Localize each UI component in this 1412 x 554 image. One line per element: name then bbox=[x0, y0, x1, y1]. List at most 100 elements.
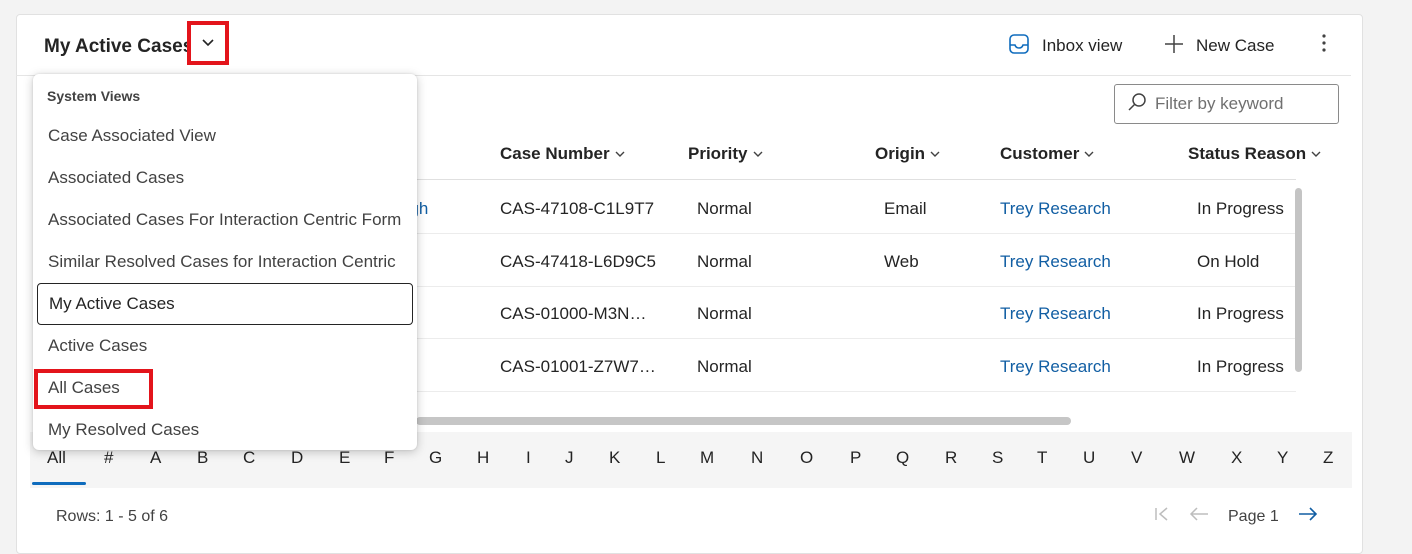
alpha-filter-p[interactable]: P bbox=[850, 448, 861, 468]
status-reason-cell: In Progress bbox=[1197, 199, 1284, 218]
customer-link[interactable]: Trey Research bbox=[1000, 304, 1111, 324]
column-header-origin[interactable]: Origin bbox=[875, 144, 941, 164]
view-option-all-cases[interactable]: All Cases bbox=[37, 367, 413, 409]
alpha-filter-a[interactable]: A bbox=[150, 448, 161, 468]
column-header-priority[interactable]: Priority bbox=[688, 144, 764, 164]
customer-link[interactable]: Trey Research bbox=[1000, 199, 1111, 219]
alpha-filter-r[interactable]: R bbox=[945, 448, 957, 468]
alpha-filter-w[interactable]: W bbox=[1179, 448, 1195, 468]
arrow-right-icon bbox=[1299, 507, 1318, 521]
column-header-status-reason[interactable]: Status Reason bbox=[1188, 144, 1322, 164]
chevron-down-icon bbox=[930, 151, 940, 157]
more-vertical-icon bbox=[1321, 33, 1327, 59]
inbox-view-label: Inbox view bbox=[1042, 36, 1123, 55]
column-header-customer[interactable]: Customer bbox=[1000, 144, 1095, 164]
view-option-similar-resolved-cases[interactable]: Similar Resolved Cases for Interaction C… bbox=[37, 241, 413, 283]
origin-cell: Email bbox=[884, 199, 927, 218]
view-option-my-active-cases[interactable]: My Active Cases bbox=[37, 283, 413, 325]
status-reason-cell: On Hold bbox=[1197, 252, 1260, 271]
case-number-cell: CAS-47418-L6D9C5 bbox=[500, 252, 656, 271]
alpha-filter-t[interactable]: T bbox=[1037, 448, 1047, 468]
alpha-filter-y[interactable]: Y bbox=[1277, 448, 1288, 468]
chevron-down-icon bbox=[753, 151, 763, 157]
alpha-filter-d[interactable]: D bbox=[291, 448, 303, 468]
header-divider bbox=[400, 179, 1296, 180]
customer-link[interactable]: Trey Research bbox=[1000, 357, 1111, 377]
alpha-filter-o[interactable]: O bbox=[800, 448, 813, 468]
plus-icon bbox=[1164, 34, 1184, 59]
inbox-icon bbox=[1008, 33, 1030, 60]
new-case-button[interactable]: New Case bbox=[1164, 31, 1274, 61]
search-icon bbox=[1127, 92, 1147, 117]
system-views-header: System Views bbox=[47, 88, 141, 104]
view-option-my-resolved-cases[interactable]: My Resolved Cases bbox=[37, 409, 413, 451]
customer-link[interactable]: Trey Research bbox=[1000, 252, 1111, 272]
column-header-label: Origin bbox=[875, 144, 926, 163]
table-row[interactable]: ugh CAS-47108-C1L9T7 Normal Email Trey R… bbox=[400, 182, 1296, 234]
first-page-button[interactable] bbox=[1154, 505, 1170, 528]
priority-cell: Normal bbox=[697, 252, 752, 271]
alpha-filter-u[interactable]: U bbox=[1083, 448, 1095, 468]
status-reason-cell: In Progress bbox=[1197, 357, 1284, 376]
column-header-label: Status Reason bbox=[1188, 144, 1307, 163]
alpha-filter-v[interactable]: V bbox=[1131, 448, 1142, 468]
arrow-left-icon bbox=[1189, 507, 1208, 521]
next-page-button[interactable] bbox=[1297, 505, 1319, 528]
origin-cell: Web bbox=[884, 252, 919, 271]
alpha-filter-j[interactable]: J bbox=[565, 448, 574, 468]
view-selector-dropdown: System Views Case Associated View Associ… bbox=[33, 74, 417, 450]
priority-cell: Normal bbox=[697, 304, 752, 323]
alpha-filter-h[interactable]: H bbox=[477, 448, 489, 468]
column-header-label: Priority bbox=[688, 144, 748, 163]
table-row[interactable]: CAS-47418-L6D9C5 Normal Web Trey Researc… bbox=[400, 235, 1296, 287]
alpha-filter-i[interactable]: I bbox=[526, 448, 531, 468]
alpha-filter-n[interactable]: N bbox=[751, 448, 763, 468]
case-number-cell: CAS-01000-M3N… bbox=[500, 304, 647, 323]
view-option-associated-cases-interaction-form[interactable]: Associated Cases For Interaction Centric… bbox=[37, 199, 413, 241]
column-header-label: Customer bbox=[1000, 144, 1080, 163]
page-title: My Active Cases bbox=[44, 36, 194, 57]
new-case-label: New Case bbox=[1196, 36, 1275, 55]
view-option-active-cases[interactable]: Active Cases bbox=[37, 325, 413, 367]
first-page-icon bbox=[1155, 507, 1168, 521]
page-indicator: Page 1 bbox=[1228, 508, 1279, 525]
alpha-filter-b[interactable]: B bbox=[197, 448, 208, 468]
table-row[interactable]: CAS-01000-M3N… Normal Trey Research In P… bbox=[400, 287, 1296, 339]
alpha-filter-x[interactable]: X bbox=[1231, 448, 1242, 468]
view-selector-toggle[interactable] bbox=[187, 21, 229, 65]
alpha-filter-active-indicator bbox=[32, 482, 86, 485]
alpha-filter-m[interactable]: M bbox=[700, 448, 714, 468]
alpha-filter-l[interactable]: L bbox=[656, 448, 665, 468]
vertical-scrollbar[interactable] bbox=[1295, 188, 1302, 372]
table-row[interactable]: CAS-01001-Z7W7… Normal Trey Research In … bbox=[400, 340, 1296, 392]
filter-input[interactable] bbox=[1155, 94, 1335, 114]
chevron-down-icon bbox=[615, 151, 625, 157]
previous-page-button[interactable] bbox=[1188, 505, 1210, 528]
inbox-view-button[interactable]: Inbox view bbox=[1008, 31, 1122, 61]
column-header-label: Case Number bbox=[500, 144, 610, 163]
alpha-filter-all[interactable]: All bbox=[47, 448, 66, 468]
chevron-down-icon bbox=[1311, 151, 1321, 157]
more-commands-button[interactable] bbox=[1312, 32, 1336, 60]
alpha-filter-e[interactable]: E bbox=[339, 448, 350, 468]
alpha-filter-z[interactable]: Z bbox=[1323, 448, 1333, 468]
view-option-case-associated-view[interactable]: Case Associated View bbox=[37, 115, 413, 157]
case-number-cell: CAS-01001-Z7W7… bbox=[500, 357, 656, 376]
view-option-associated-cases[interactable]: Associated Cases bbox=[37, 157, 413, 199]
horizontal-scrollbar[interactable] bbox=[416, 417, 1071, 425]
alpha-filter-c[interactable]: C bbox=[243, 448, 255, 468]
case-number-cell: CAS-47108-C1L9T7 bbox=[500, 199, 655, 218]
alpha-filter-g[interactable]: G bbox=[429, 448, 442, 468]
alpha-filter-k[interactable]: K bbox=[609, 448, 620, 468]
alpha-filter-hash[interactable]: # bbox=[104, 448, 113, 468]
alpha-filter-q[interactable]: Q bbox=[896, 448, 909, 468]
column-header-case-number[interactable]: Case Number bbox=[500, 144, 626, 164]
alpha-filter-f[interactable]: F bbox=[384, 448, 394, 468]
chevron-down-icon bbox=[1084, 151, 1094, 157]
chevron-down-icon bbox=[201, 34, 215, 52]
rows-count: Rows: 1 - 5 of 6 bbox=[56, 508, 169, 525]
priority-cell: Normal bbox=[697, 199, 752, 218]
filter-keyword-field[interactable] bbox=[1114, 84, 1339, 124]
priority-cell: Normal bbox=[697, 357, 752, 376]
alpha-filter-s[interactable]: S bbox=[992, 448, 1003, 468]
